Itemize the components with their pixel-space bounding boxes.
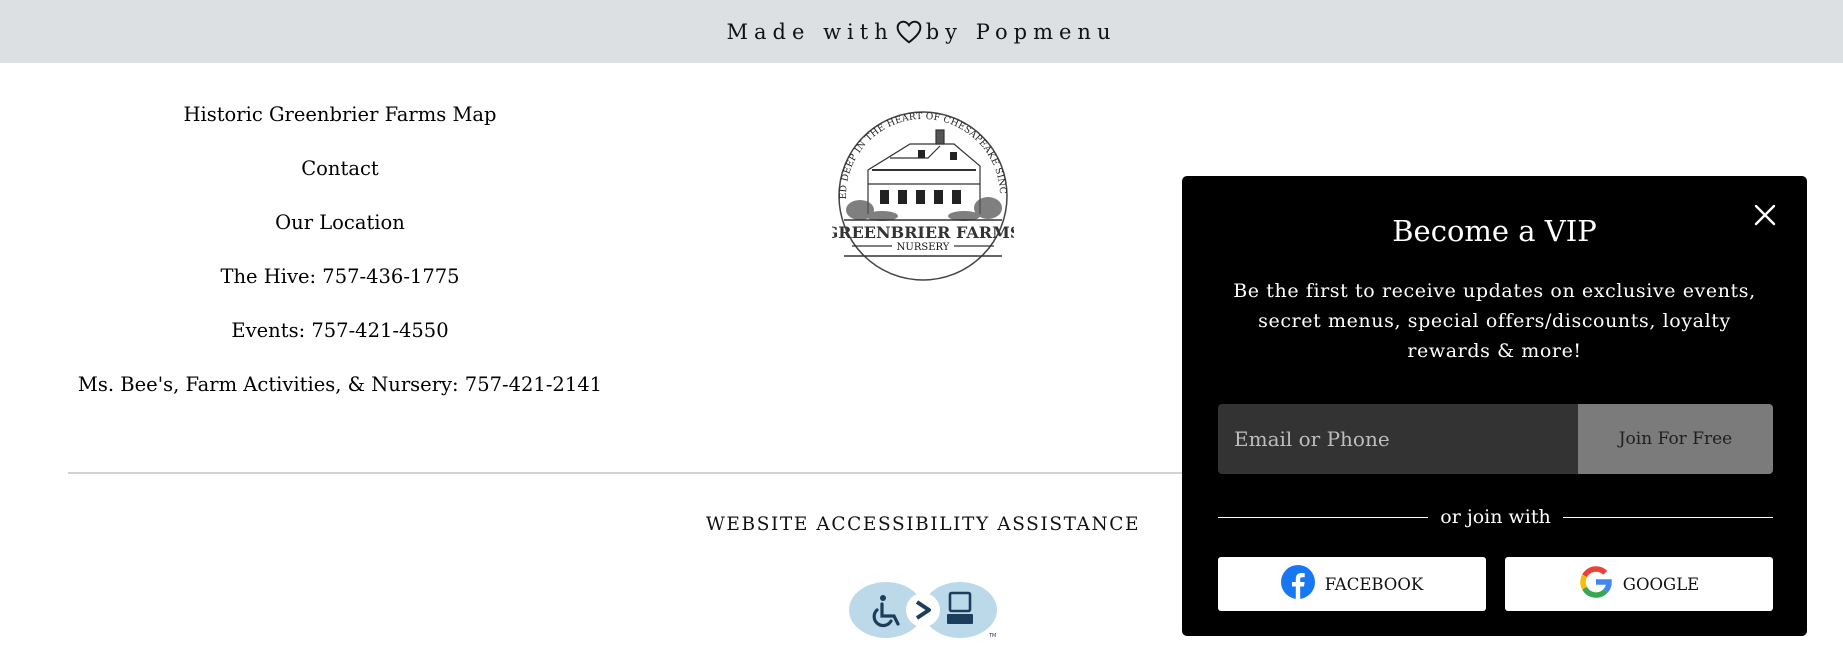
google-label: GOOGLE <box>1622 574 1700 594</box>
google-icon <box>1579 565 1613 603</box>
social-join-buttons: FACEBOOK GOOGLE <box>1218 557 1773 611</box>
accessibility-title[interactable]: WEBSITE ACCESSIBILITY ASSISTANCE <box>700 514 1146 535</box>
vip-subtitle: Be the first to receive updates on exclu… <box>1233 280 1756 362</box>
facebook-join-button[interactable]: FACEBOOK <box>1218 557 1486 611</box>
link-hive-phone[interactable]: The Hive: 757-436-1775 <box>40 258 640 312</box>
svg-text:NURSERY: NURSERY <box>897 242 950 253</box>
accessibility-badge[interactable]: TM <box>846 580 1000 640</box>
link-contact[interactable]: Contact <box>40 150 640 204</box>
footer-divider <box>68 472 1188 474</box>
or-join-with-separator: or join with <box>1218 502 1773 532</box>
vip-signup-modal: Become a VIP Be the first to receive upd… <box>1182 176 1807 636</box>
svg-text:TM: TM <box>988 633 996 639</box>
join-for-free-button[interactable]: Join For Free <box>1578 404 1773 474</box>
svg-text:GREENBRIER FARMS: GREENBRIER FARMS <box>832 223 1014 242</box>
facebook-label: FACEBOOK <box>1324 574 1424 594</box>
email-or-phone-input[interactable] <box>1218 404 1578 474</box>
footer-links: Historic Greenbrier Farms Map Contact Ou… <box>40 96 640 420</box>
heart-icon <box>896 20 922 44</box>
separator-line-right <box>1562 516 1773 518</box>
made-with-text: Made with <box>726 19 894 44</box>
link-our-location[interactable]: Our Location <box>40 204 640 258</box>
google-join-button[interactable]: GOOGLE <box>1505 557 1773 611</box>
separator-line-left <box>1218 516 1429 518</box>
or-join-with-label: or join with <box>1440 506 1551 528</box>
link-events-phone[interactable]: Events: 757-421-4550 <box>40 312 640 366</box>
vip-title: Become a VIP <box>1392 214 1597 248</box>
by-popmenu-text: by Popmenu <box>925 19 1117 44</box>
link-nursery-phone[interactable]: Ms. Bee's, Farm Activities, & Nursery: 7… <box>40 366 640 420</box>
facebook-icon <box>1280 565 1315 603</box>
greenbrier-farms-logo: "ROOTED DEEP IN THE HEART OF CHESAPEAKE … <box>832 110 1014 281</box>
popmenu-bar[interactable]: Made with by Popmenu <box>0 0 1843 63</box>
vip-signup-form: Join For Free <box>1218 404 1773 474</box>
link-farms-map[interactable]: Historic Greenbrier Farms Map <box>40 96 640 150</box>
